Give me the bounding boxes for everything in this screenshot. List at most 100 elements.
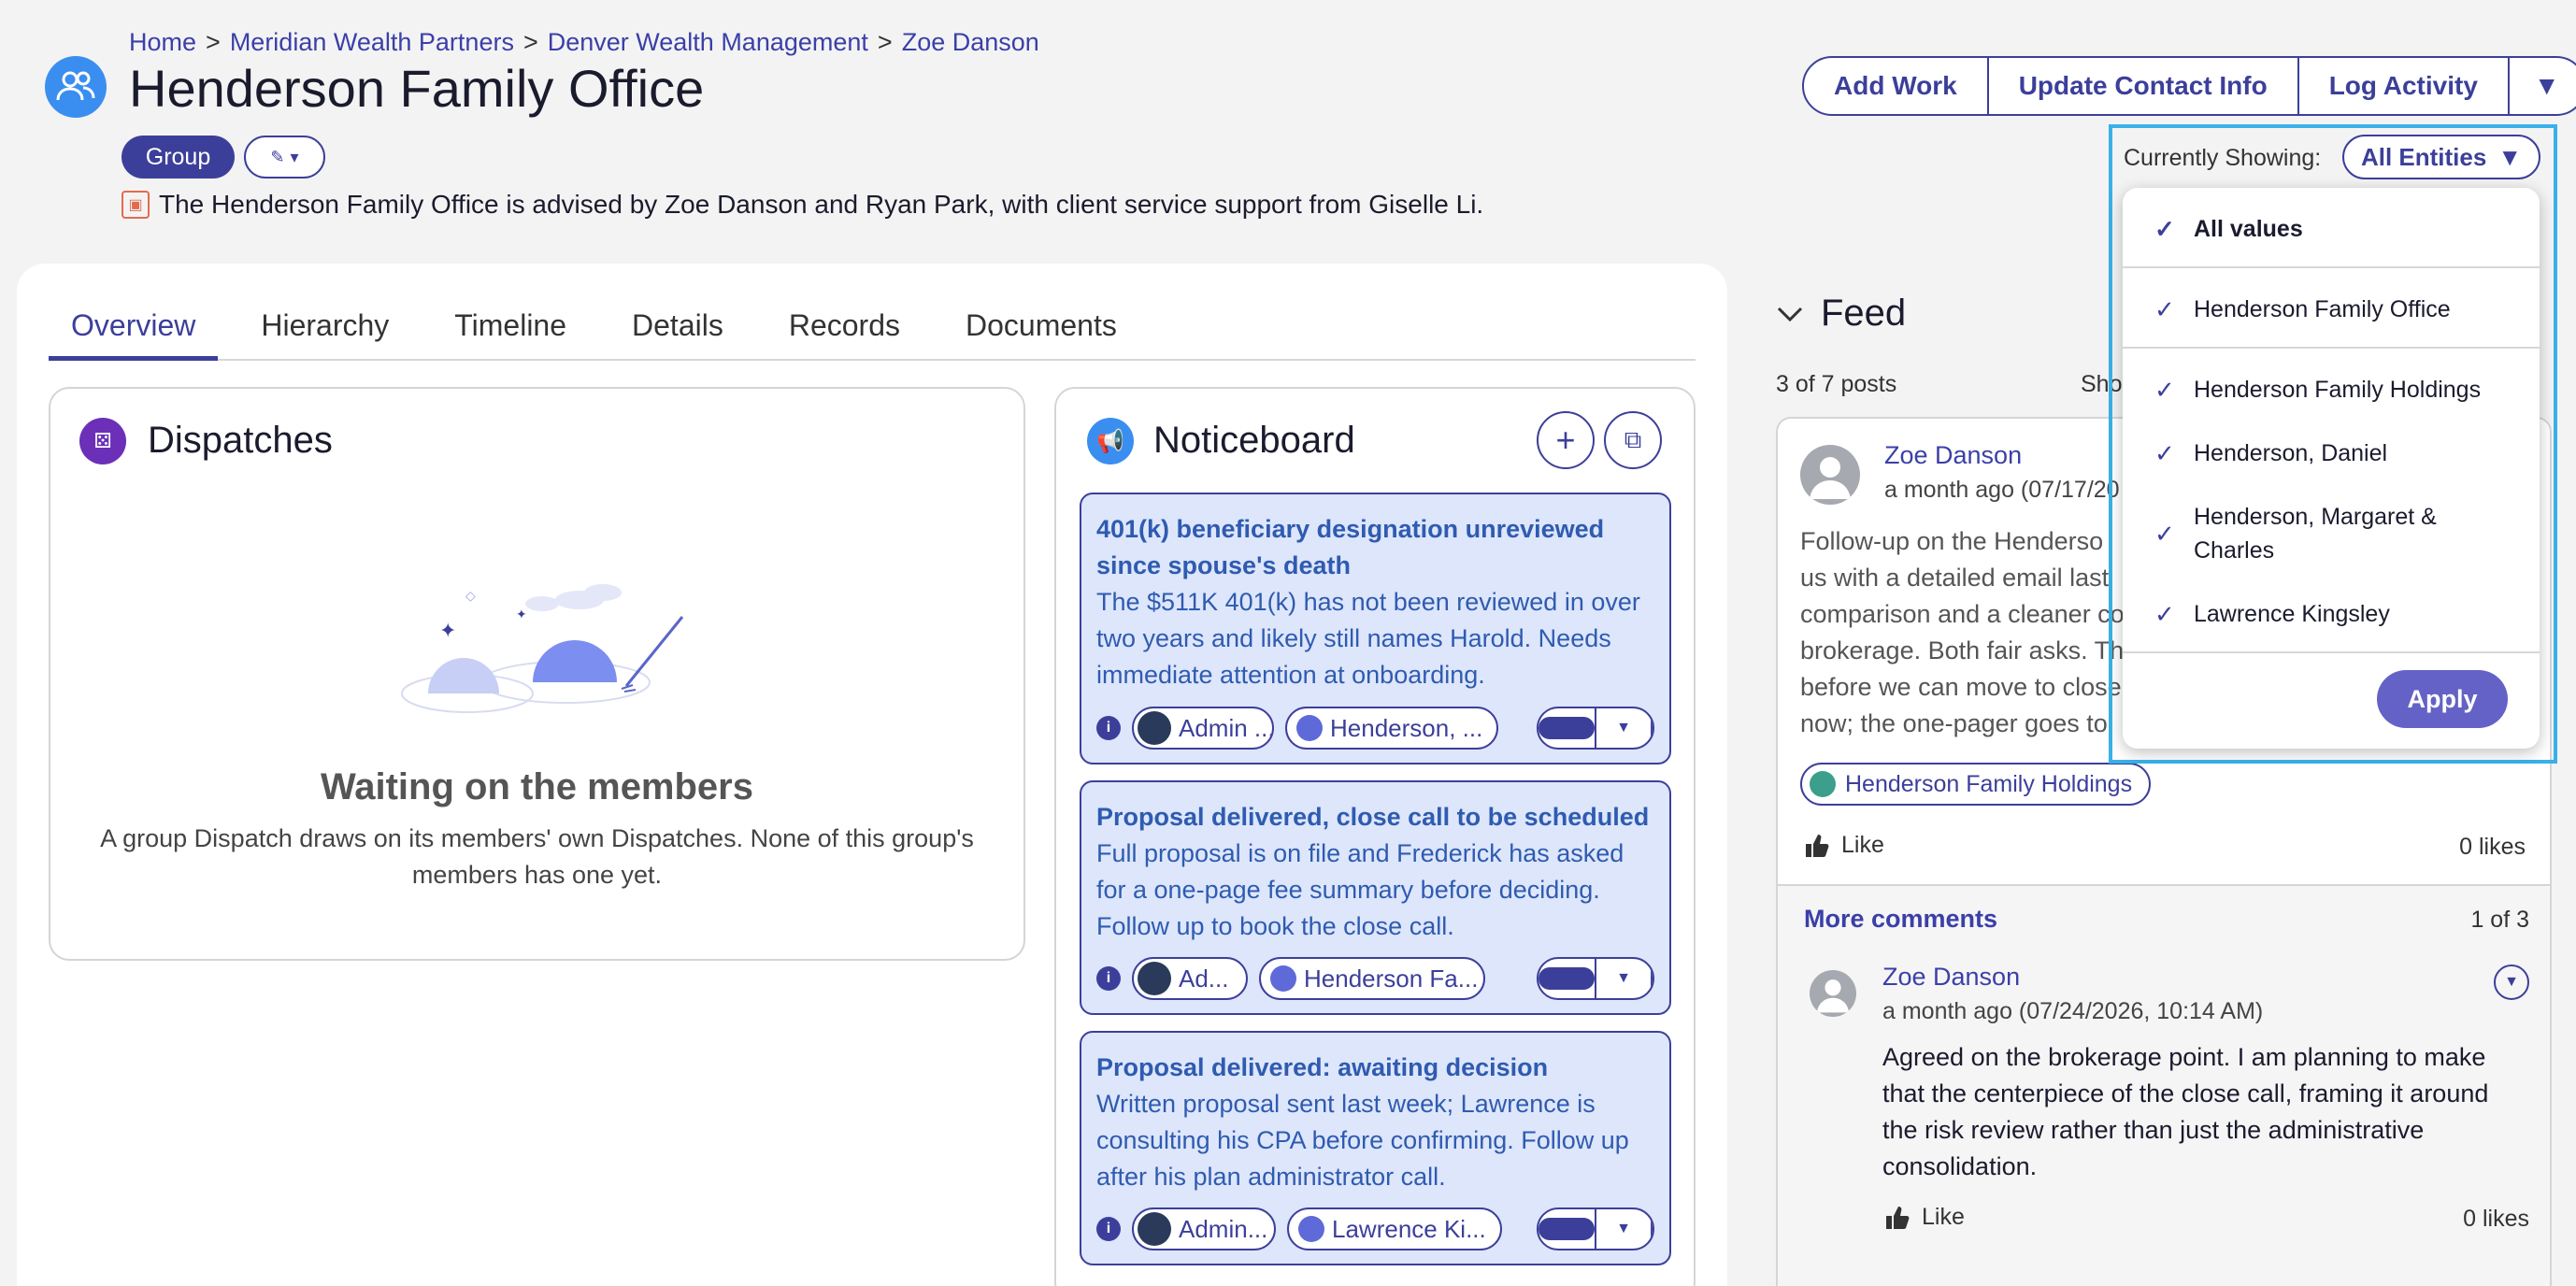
assignee-chip[interactable]: Ad... — [1132, 957, 1248, 1000]
comment-likes-count: 0 likes — [2463, 1206, 2529, 1232]
tab-records[interactable]: Records — [766, 299, 923, 361]
entity-chip[interactable]: Henderson Family Holdings — [1800, 763, 2152, 806]
thumbs-up-icon — [1886, 1206, 1910, 1229]
group-users-icon — [45, 56, 107, 118]
entity-chip[interactable]: Henderson Fa... — [1259, 957, 1485, 1000]
notice-actions: ••• ▼ — [1537, 707, 1654, 750]
notice-menu-button[interactable]: ▼ — [1596, 708, 1653, 748]
empty-state-illustration: ✦ ✦ ◇ — [401, 584, 684, 713]
comment-author[interactable]: Zoe Danson — [1882, 963, 2020, 992]
breadcrumb-zoe[interactable]: Zoe Danson — [902, 28, 1039, 56]
chevron-down-icon: ▾ — [290, 147, 299, 166]
comment-button[interactable]: ••• — [1538, 1209, 1596, 1249]
tab-details[interactable]: Details — [609, 299, 746, 361]
tab-timeline[interactable]: Timeline — [432, 299, 589, 361]
breadcrumb-home[interactable]: Home — [129, 28, 196, 56]
feed-title: Feed — [1821, 293, 1907, 334]
post-text-line: before we can move to close — [1800, 673, 2122, 701]
entity-chip-label: Henderson Family Holdings — [1845, 770, 2133, 797]
entity-chip[interactable]: Henderson, ... — [1285, 707, 1498, 750]
dropdown-option-all-values[interactable]: ✓ All values — [2123, 212, 2540, 246]
dropdown-option[interactable]: ✓ Henderson, Margaret & Charles — [2123, 500, 2497, 567]
dropdown-option[interactable]: ✓ Henderson, Daniel — [2123, 436, 2540, 470]
notice-footer: i Admin... Lawrence Ki... ••• ▼ — [1096, 1207, 1654, 1250]
caret-down-icon: ▼ — [2504, 974, 2519, 990]
info-icon[interactable]: i — [1096, 716, 1121, 740]
option-label: Henderson, Margaret & Charles — [2194, 504, 2437, 564]
user-icon — [1816, 979, 1850, 1013]
post-author[interactable]: Zoe Danson — [1884, 441, 2022, 470]
chevron-down-icon — [1777, 307, 1803, 322]
header-actions: Add Work Update Contact Info Log Activit… — [1802, 56, 2576, 116]
plus-icon: + — [1555, 421, 1576, 459]
caret-down-icon: ▼ — [1596, 970, 1653, 987]
apply-button[interactable]: Apply — [2377, 670, 2508, 728]
feed-header[interactable]: Feed — [1776, 293, 1906, 335]
assignee-label: Admin... — [1179, 1214, 1268, 1243]
comment-like-button[interactable]: Like — [1884, 1204, 1965, 1231]
assignee-label: Ad... — [1179, 964, 1229, 993]
dispatches-title: Dispatches — [148, 420, 333, 461]
assignee-chip[interactable]: Admin... — [1132, 1207, 1276, 1250]
breadcrumb-denver[interactable]: Denver Wealth Management — [548, 28, 868, 56]
caret-down-icon: ▼ — [1596, 1221, 1653, 1237]
divider — [2123, 266, 2540, 268]
open-external-button[interactable]: ⧉ — [1604, 411, 1662, 469]
edit-menu-button[interactable]: ✎ ▾ — [244, 136, 325, 179]
comments-count: 1 of 3 — [2470, 907, 2529, 933]
notice-body: The $511K 401(k) has not been reviewed i… — [1096, 588, 1640, 689]
assignee-chip[interactable]: Admin ... — [1132, 707, 1274, 750]
avatar — [1810, 970, 1856, 1017]
more-actions-button[interactable]: ▼ — [2510, 58, 2576, 114]
notice-card[interactable]: Proposal delivered: awaiting decision Wr… — [1080, 1031, 1671, 1265]
tab-overview[interactable]: Overview — [49, 299, 219, 361]
notice-menu-button[interactable]: ▼ — [1596, 1209, 1653, 1249]
option-label: All values — [2194, 216, 2303, 242]
tab-bar: Overview Hierarchy Timeline Details Reco… — [49, 299, 1696, 361]
more-comments-link[interactable]: More comments — [1804, 905, 1997, 934]
dropdown-option[interactable]: ✓ Henderson Family Office — [2123, 293, 2540, 326]
breadcrumb-meridian[interactable]: Meridian Wealth Partners — [230, 28, 514, 56]
building-icon — [1296, 715, 1323, 741]
comment-button[interactable]: ••• — [1538, 959, 1596, 998]
notice-title: 401(k) beneficiary designation unreviewe… — [1096, 515, 1605, 579]
tab-documents[interactable]: Documents — [943, 299, 1139, 361]
svg-text:✦: ✦ — [439, 620, 456, 643]
comment-button[interactable]: ••• — [1538, 708, 1596, 748]
add-work-button[interactable]: Add Work — [1804, 58, 1989, 114]
notice-menu-button[interactable]: ▼ — [1596, 959, 1653, 998]
like-button[interactable]: Like — [1804, 832, 1884, 859]
comment-timestamp: a month ago (07/24/2026, 10:14 AM) — [1882, 998, 2264, 1024]
notice-body: Full proposal is on file and Frederick h… — [1096, 839, 1624, 940]
external-link-icon: ⧉ — [1624, 425, 1642, 453]
dropdown-option[interactable]: ✓ Lawrence Kingsley — [2123, 597, 2540, 631]
comment-text: Agreed on the brokerage point. I am plan… — [1882, 1043, 2489, 1180]
post-text-line: comparison and a cleaner co — [1800, 600, 2125, 628]
svg-text:◇: ◇ — [465, 589, 476, 604]
post-text-line: Follow-up on the Henderso — [1800, 527, 2104, 555]
update-contact-info-button[interactable]: Update Contact Info — [1989, 58, 2299, 114]
notice-body: Written proposal sent last week; Lawrenc… — [1096, 1090, 1629, 1191]
divider — [2123, 347, 2540, 349]
log-activity-button[interactable]: Log Activity — [2299, 58, 2510, 114]
tab-hierarchy[interactable]: Hierarchy — [238, 299, 411, 361]
add-notice-button[interactable]: + — [1537, 411, 1595, 469]
building-icon — [1270, 965, 1296, 992]
entity-label: Lawrence Ki... — [1332, 1214, 1486, 1243]
like-label: Like — [1841, 832, 1884, 858]
info-icon[interactable]: i — [1096, 966, 1121, 991]
pencil-icon: ✎ — [270, 147, 285, 166]
dropdown-option[interactable]: ✓ Henderson Family Holdings — [2123, 373, 2540, 407]
entity-icon — [1810, 771, 1836, 797]
entity-label: Henderson, ... — [1330, 713, 1483, 742]
post-text-line: us with a detailed email last — [1800, 564, 2110, 592]
info-icon[interactable]: i — [1096, 1217, 1121, 1241]
notice-card[interactable]: 401(k) beneficiary designation unreviewe… — [1080, 493, 1671, 764]
check-icon: ✓ — [2154, 439, 2175, 467]
notice-card[interactable]: Proposal delivered, close call to be sch… — [1080, 780, 1671, 1015]
notice-actions: ••• ▼ — [1537, 957, 1654, 1000]
avatar — [1800, 445, 1860, 505]
post-text-line: now; the one-pager goes to — [1800, 709, 2108, 737]
entity-chip[interactable]: Lawrence Ki... — [1287, 1207, 1502, 1250]
comment-menu-button[interactable]: ▼ — [2494, 964, 2529, 1000]
